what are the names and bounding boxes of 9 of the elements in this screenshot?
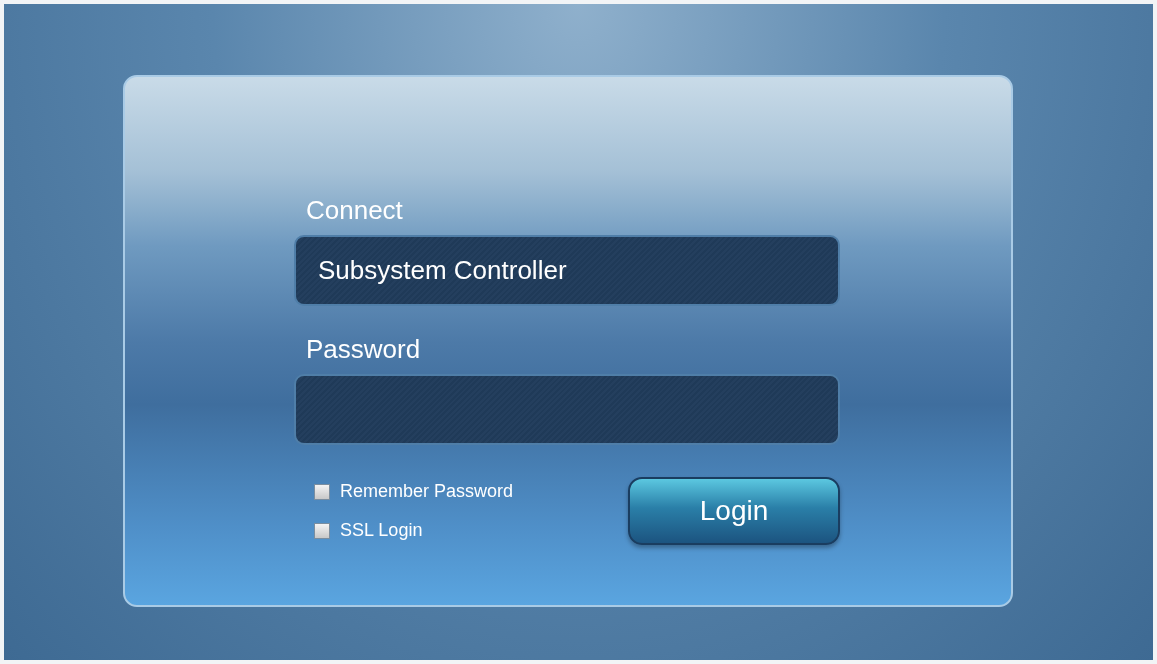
checkbox[interactable] — [314, 522, 330, 539]
login-button[interactable]: Login — [628, 477, 840, 545]
checkbox-label: SSL Login — [340, 520, 423, 541]
connect-field[interactable]: Subsystem Controller — [294, 235, 840, 306]
field-label: Connect — [306, 195, 403, 225]
password-field[interactable] — [294, 374, 840, 445]
field-label: Password — [306, 334, 421, 364]
checkbox-label: Remember Password — [340, 481, 514, 502]
checkbox[interactable] — [314, 483, 330, 500]
